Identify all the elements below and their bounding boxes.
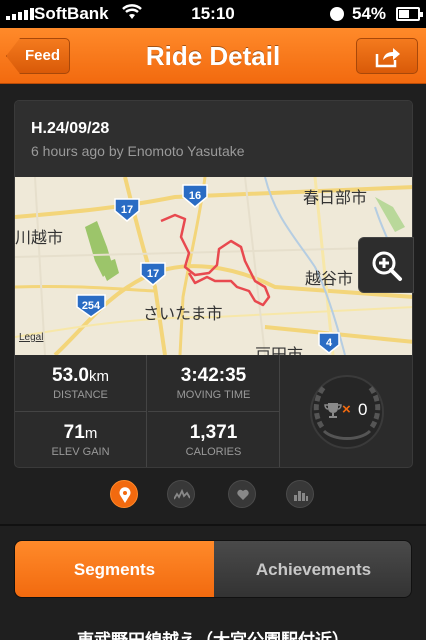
stat-unit: km [88, 368, 109, 385]
map-zoom-button[interactable] [358, 237, 414, 293]
ride-subtitle: 6 hours ago by Enomoto Yasutake [31, 143, 245, 159]
heart-icon [237, 489, 249, 500]
stat-moving-time: 3:42:35 MOVING TIME [148, 355, 280, 412]
ride-card: H.24/09/28 6 hours ago by Enomoto Yasuta… [14, 100, 413, 468]
map-legal-link[interactable]: Legal [19, 332, 43, 343]
page-dot-location[interactable] [110, 480, 138, 508]
svg-text:17: 17 [147, 268, 159, 280]
stat-calories: 1,371 CALORIES [148, 412, 280, 467]
page-dot-chart[interactable] [286, 480, 314, 508]
stat-value: 1,371 [189, 422, 238, 443]
battery-icon [396, 7, 423, 21]
stat-value: 53.0 [52, 365, 89, 386]
svg-text:4: 4 [326, 337, 333, 349]
tab-achievements[interactable]: Achievements [214, 541, 411, 597]
tab-segments[interactable]: Segments [15, 541, 214, 597]
map-label-kasukabe: 春日部市 [303, 188, 368, 207]
page-dot-heart[interactable] [228, 480, 256, 508]
tab-switcher: Segments Achievements [14, 540, 412, 598]
stat-unit: m [84, 425, 98, 442]
share-icon [375, 48, 400, 68]
stat-label: MOVING TIME [176, 389, 251, 401]
ride-header: H.24/09/28 6 hours ago by Enomoto Yasuta… [15, 101, 412, 177]
stat-value: 3:42:35 [180, 365, 247, 386]
route-map[interactable]: 17 16 17 254 4 春日部市 川越市 越谷市 さいたま市 戸田市 Le… [15, 177, 412, 355]
map-label-koshigaya: 越谷市 [305, 269, 354, 288]
stat-value: 71 [63, 422, 85, 443]
trophy-icon [324, 403, 342, 418]
status-bar: SoftBank 15:10 54% [0, 0, 426, 28]
svg-text:17: 17 [121, 204, 133, 216]
ride-title: H.24/09/28 [31, 120, 110, 137]
stat-elev-gain: 71m ELEV GAIN [15, 412, 147, 467]
segment-list-item[interactable]: 東武野田線越え（大宮公園駅付近） [0, 626, 426, 640]
map-label-kawagoe: 川越市 [15, 228, 64, 247]
detail-page-indicator [0, 480, 426, 510]
svg-text:254: 254 [82, 300, 101, 312]
alarm-icon [330, 7, 344, 21]
battery-percentage: 54% [352, 4, 387, 23]
achievement-count-value: 0 [358, 400, 368, 419]
stat-label: CALORIES [185, 446, 242, 458]
page-dot-graph[interactable] [167, 480, 195, 508]
map-label-toda: 戸田市 [255, 345, 304, 355]
map-label-saitama: さいたま市 [143, 304, 223, 323]
ride-stats: 53.0km DISTANCE 3:42:35 MOVING TIME 71m … [15, 355, 412, 467]
stat-label: DISTANCE [53, 389, 108, 401]
zoom-in-icon [372, 251, 402, 281]
stat-distance: 53.0km DISTANCE [15, 355, 147, 412]
share-button[interactable] [356, 38, 418, 74]
bar-chart-icon [294, 491, 308, 501]
section-divider [0, 524, 426, 526]
location-pin-icon [119, 487, 131, 503]
elevation-graph-icon [174, 489, 190, 500]
multiplier-sign: × [342, 401, 351, 418]
navigation-bar: Feed Ride Detail [0, 28, 426, 84]
achievement-count[interactable]: × 0 [280, 355, 412, 467]
stat-label: ELEV GAIN [51, 446, 110, 458]
svg-text:16: 16 [189, 190, 201, 202]
